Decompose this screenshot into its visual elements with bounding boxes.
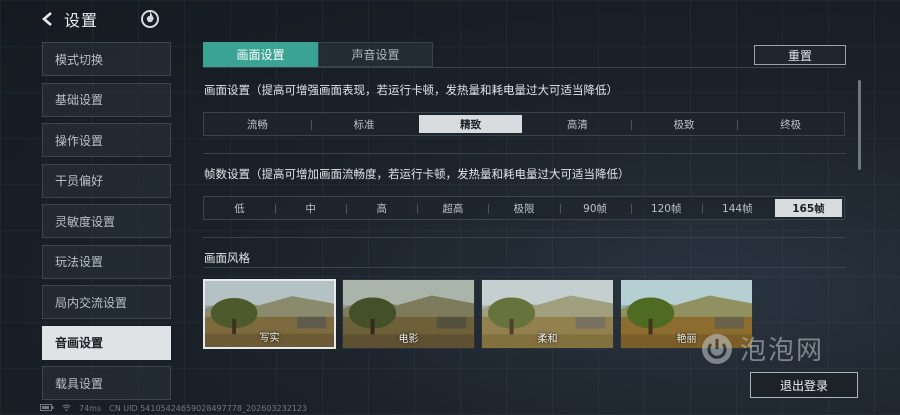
graphics-quality-title: 画面设置（提高可增强画面表现，若运行卡顿，发热量和耗电量过大可适当降低）	[204, 83, 618, 97]
sidebar-item-vehicle[interactable]: 载具设置	[42, 366, 171, 400]
graphics-option-standard[interactable]: 标准	[310, 115, 416, 133]
graphics-option-extreme[interactable]: 极致	[630, 115, 736, 133]
framerate-option-low[interactable]: 低	[206, 199, 273, 217]
sidebar: 模式切换 基础设置 操作设置 干员偏好 灵敏度设置 玩法设置 局内交流设置 音画…	[42, 42, 171, 407]
sidebar-item-label: 模式切换	[55, 52, 104, 67]
settings-tabs: 画面设置 声音设置	[203, 42, 433, 67]
style-option-label: 写实	[259, 333, 280, 344]
framerate-selector: 低 中 高 超高 极限 90帧 120帧 144帧 165帧	[203, 196, 845, 220]
sidebar-item-label: 干员偏好	[55, 174, 104, 188]
style-option-cinematic[interactable]: 电影	[342, 279, 475, 349]
framerate-option-medium[interactable]: 中	[275, 199, 344, 217]
game-logo-icon	[140, 9, 160, 29]
framerate-option-120[interactable]: 120帧	[630, 199, 700, 217]
sidebar-item-controls[interactable]: 操作设置	[42, 123, 171, 157]
framerate-option-144[interactable]: 144帧	[701, 199, 771, 217]
scrollbar[interactable]	[858, 80, 861, 170]
watermark: 泡泡网	[700, 330, 824, 367]
framerate-option-90[interactable]: 90帧	[559, 199, 629, 217]
sidebar-item-gameplay[interactable]: 玩法设置	[42, 244, 171, 279]
logout-button[interactable]: 退出登录	[750, 372, 858, 398]
tab-graphics[interactable]: 画面设置	[203, 42, 318, 67]
tab-audio[interactable]: 声音设置	[318, 42, 433, 67]
sidebar-item-audio-visual[interactable]: 音画设置	[42, 325, 171, 360]
framerate-option-max[interactable]: 极限	[488, 199, 557, 217]
divider	[203, 237, 846, 238]
graphics-option-hd[interactable]: 高清	[526, 115, 629, 133]
back-arrow-icon[interactable]	[38, 9, 58, 29]
sidebar-item-label: 基础设置	[55, 93, 104, 107]
graphics-option-ultimate[interactable]: 终极	[737, 115, 842, 133]
visual-style-title: 画面风格	[204, 251, 250, 265]
graphics-quality-selector: 流畅 标准 精致 高清 极致 终极	[203, 112, 845, 136]
sidebar-item-in-match-comms[interactable]: 局内交流设置	[42, 285, 171, 319]
divider	[203, 267, 846, 268]
visual-style-selector: 写实 电影 柔和 艳丽	[203, 279, 759, 349]
header: 设置	[38, 8, 160, 30]
style-option-label: 电影	[398, 334, 419, 345]
framerate-title: 帧数设置（提高可增加画面流畅度，若运行卡顿，发热量和耗电量过大可适当降低）	[204, 167, 630, 181]
sidebar-item-label: 玩法设置	[55, 255, 104, 269]
ping-value: 74ms	[79, 404, 102, 413]
reset-button[interactable]: 重置	[754, 45, 846, 65]
sidebar-item-basic[interactable]: 基础设置	[42, 82, 171, 117]
watermark-text: 泡泡网	[740, 336, 825, 366]
style-option-label: 柔和	[537, 334, 558, 345]
sidebar-item-label: 载具设置	[55, 376, 104, 391]
sidebar-item-sensitivity[interactable]: 灵敏度设置	[42, 204, 171, 238]
sidebar-item-label: 音画设置	[55, 336, 104, 350]
battery-icon	[40, 404, 54, 413]
framerate-option-ultra[interactable]: 超高	[417, 199, 486, 217]
style-option-realistic[interactable]: 写实	[203, 279, 336, 349]
graphics-option-smooth[interactable]: 流畅	[206, 115, 309, 133]
sidebar-item-label: 灵敏度设置	[55, 214, 116, 229]
watermark-power-icon	[702, 333, 732, 364]
framerate-option-high[interactable]: 高	[346, 199, 415, 217]
sidebar-item-mode-switch[interactable]: 模式切换	[42, 42, 171, 76]
user-uid: CN UID 54105424659028497778_202603232123	[109, 404, 308, 413]
framerate-option-165[interactable]: 165帧	[774, 199, 842, 217]
sidebar-item-operator-preference[interactable]: 干员偏好	[42, 163, 171, 198]
status-bar: 74ms CN UID 54105424659028497778_2026032…	[40, 404, 315, 413]
divider	[203, 153, 846, 154]
sidebar-item-label: 操作设置	[55, 133, 104, 148]
graphics-option-refined[interactable]: 精致	[419, 115, 523, 133]
wifi-icon	[62, 404, 71, 413]
page-title: 设置	[64, 11, 99, 30]
style-option-soft[interactable]: 柔和	[481, 279, 614, 349]
divider	[203, 67, 846, 68]
sidebar-item-label: 局内交流设置	[55, 295, 128, 310]
